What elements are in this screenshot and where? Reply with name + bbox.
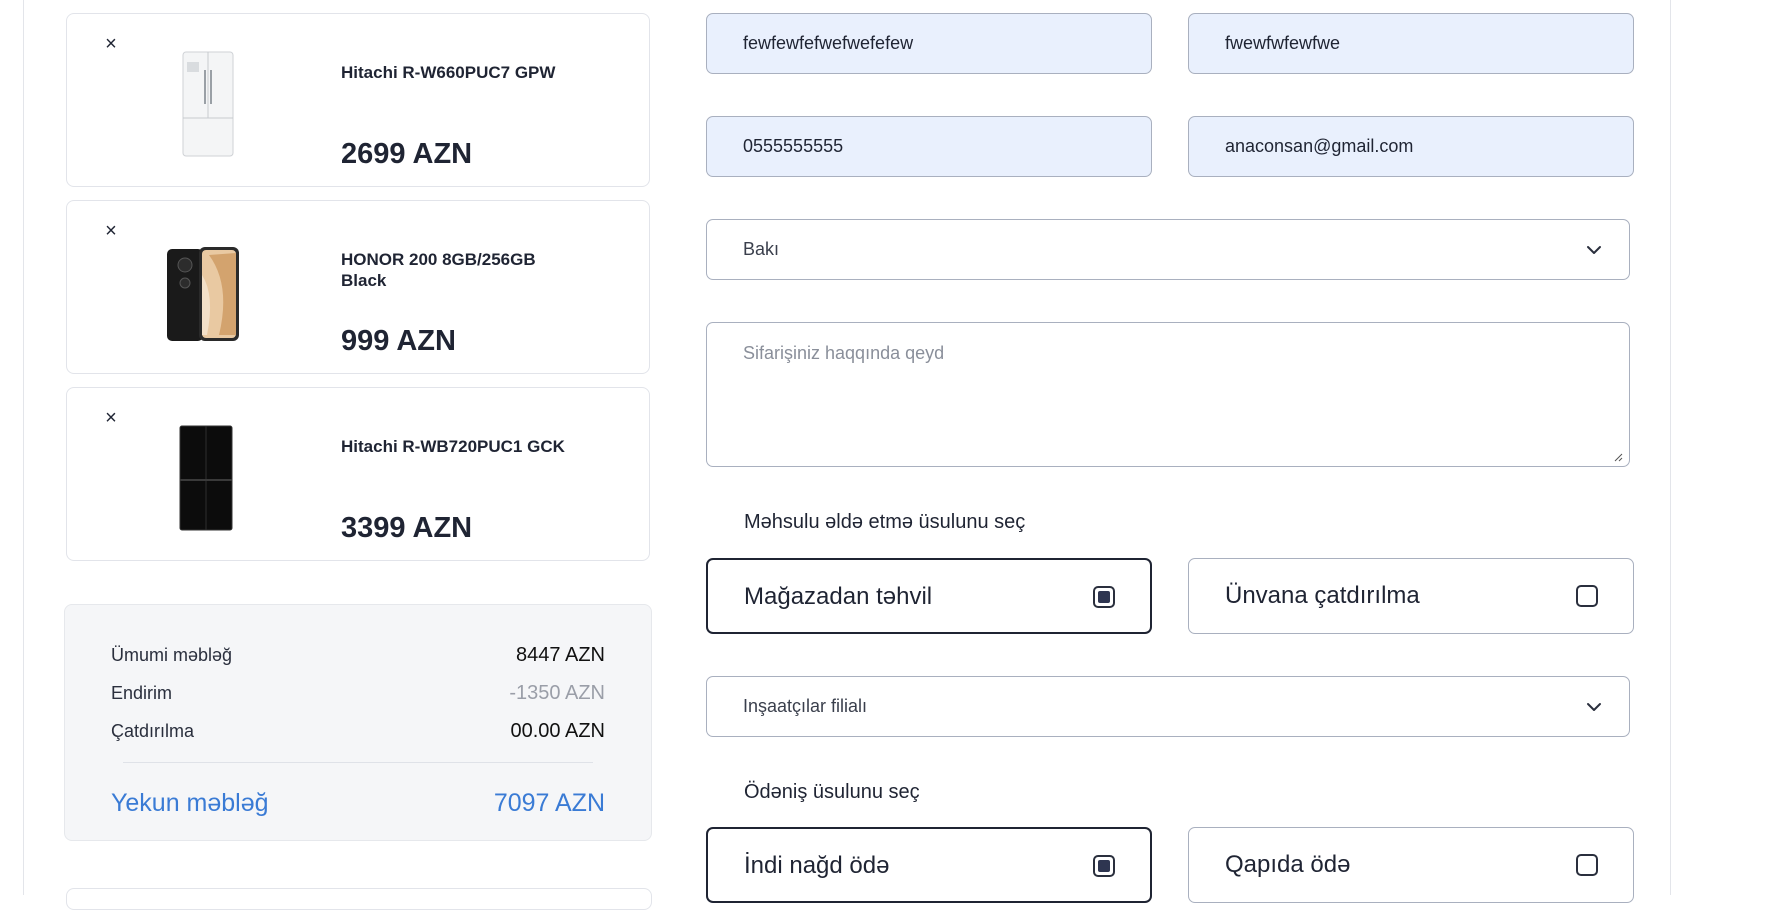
- product-price: 3399 AZN: [341, 512, 473, 544]
- close-icon[interactable]: ×: [101, 34, 121, 54]
- subtotal-label: Ümumi məbləğ: [111, 645, 233, 665]
- city-select-value: Bakı: [743, 239, 780, 259]
- email-field[interactable]: [1188, 116, 1634, 177]
- order-note-textarea[interactable]: Sifarişiniz haqqında qeyd: [706, 322, 1630, 467]
- payment-method-title: Ödəniş üsulunu seç: [744, 781, 920, 803]
- partial-card: [66, 888, 652, 910]
- cart-item: × Hitachi R-WB720PUC1 GCK 3399 AZN: [66, 387, 650, 561]
- product-name: Hitachi R-W660PUC7 GPW: [341, 63, 556, 82]
- phone-field[interactable]: [706, 116, 1152, 177]
- total-row: Yekun məbləğ 7097 AZN: [111, 787, 605, 819]
- home-delivery-option[interactable]: Ünvana çatdırılma: [1188, 558, 1634, 634]
- shipping-label: Çatdırılma: [111, 721, 195, 741]
- chevron-down-icon: [1587, 246, 1601, 254]
- total-label: Yekun məbləğ: [111, 789, 269, 817]
- discount-label: Endirim: [111, 683, 173, 703]
- product-name: Hitachi R-WB720PUC1 GCK: [341, 437, 565, 456]
- product-name: HONOR 200 8GB/256GB Black: [341, 250, 536, 290]
- branch-select-value: Inşaatçılar filialı: [743, 696, 868, 716]
- first-name-field[interactable]: [706, 13, 1152, 74]
- cart-item: × Hitachi R-W660PUC7 GPW 2699 AZN: [66, 13, 650, 187]
- shipping-row: Çatdırılma 00.00 AZN: [111, 718, 605, 744]
- city-select[interactable]: Bakı: [706, 219, 1630, 280]
- subtotal-value: 8447 AZN: [516, 644, 605, 666]
- shipping-value: 00.00 AZN: [510, 720, 605, 742]
- product-price: 999 AZN: [341, 325, 456, 357]
- cart-item: × HONOR 200 8GB/256GB Black 999 AZN: [66, 200, 650, 374]
- pay-cash-now-checkbox[interactable]: [1093, 855, 1115, 877]
- pickup-option[interactable]: Mağazadan təhvil: [706, 558, 1152, 634]
- pay-on-delivery-option[interactable]: Qapıda ödə: [1188, 827, 1634, 903]
- pickup-checkbox[interactable]: [1093, 586, 1115, 608]
- last-name-field[interactable]: [1188, 13, 1634, 74]
- pay-on-delivery-checkbox[interactable]: [1576, 854, 1598, 876]
- summary-divider: [123, 762, 593, 763]
- subtotal-row: Ümumi məbləğ 8447 AZN: [111, 642, 605, 668]
- total-value: 7097 AZN: [493, 789, 605, 817]
- order-note-placeholder: Sifarişiniz haqqında qeyd: [743, 343, 945, 363]
- page-left-border: [23, 0, 24, 895]
- home-delivery-option-label: Ünvana çatdırılma: [1225, 582, 1420, 609]
- page-right-border: [1670, 0, 1671, 895]
- pickup-option-label: Mağazadan təhvil: [744, 583, 933, 610]
- chevron-down-icon: [1587, 703, 1601, 711]
- order-summary: Ümumi məbləğ 8447 AZN Endirim -1350 AZN …: [64, 604, 652, 841]
- close-icon[interactable]: ×: [101, 221, 121, 241]
- pay-on-delivery-label: Qapıda ödə: [1225, 851, 1351, 878]
- discount-row: Endirim -1350 AZN: [111, 680, 605, 706]
- branch-select[interactable]: Inşaatçılar filialı: [706, 676, 1630, 737]
- black-refrigerator-image: [179, 425, 233, 531]
- resize-handle-icon[interactable]: [1613, 452, 1623, 462]
- home-delivery-checkbox[interactable]: [1576, 585, 1598, 607]
- pay-cash-now-option[interactable]: İndi nağd ödə: [706, 827, 1152, 903]
- black-smartphone-image: [167, 247, 239, 341]
- discount-value: -1350 AZN: [509, 682, 605, 704]
- close-icon[interactable]: ×: [101, 408, 121, 428]
- product-price: 2699 AZN: [341, 138, 473, 170]
- pay-cash-now-label: İndi nağd ödə: [744, 852, 890, 879]
- white-refrigerator-image: [182, 51, 234, 157]
- delivery-method-title: Məhsulu əldə etmə üsulunu seç: [744, 511, 1026, 533]
